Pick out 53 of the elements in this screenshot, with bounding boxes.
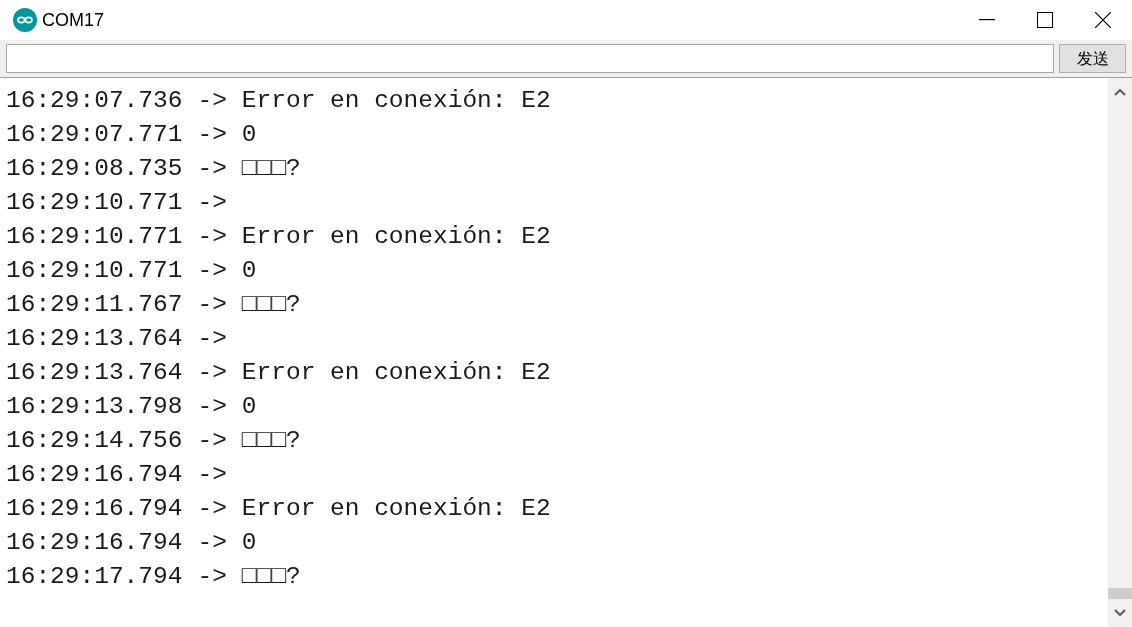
timestamp: 16:29:16.794 [6, 460, 183, 490]
log-message: □□□? [241, 154, 301, 184]
log-message: Error en conexión: E2 [241, 494, 551, 524]
log-message: 0 [241, 120, 257, 150]
log-message: Error en conexión: E2 [241, 358, 551, 388]
vertical-scrollbar[interactable] [1108, 78, 1132, 627]
arrow-text: -> [197, 324, 227, 354]
log-message: Error en conexión: E2 [241, 222, 551, 252]
log-message: □□□? [241, 562, 301, 592]
timestamp: 16:29:13.798 [6, 392, 183, 422]
minimize-icon[interactable] [979, 19, 995, 21]
close-icon[interactable] [1095, 12, 1111, 28]
message-input-field[interactable] [6, 44, 1054, 73]
timestamp: 16:29:11.767 [6, 290, 183, 320]
arrow-text: -> [197, 426, 227, 456]
timestamp: 16:29:16.794 [6, 494, 183, 524]
timestamp: 16:29:13.764 [6, 358, 183, 388]
log-message: Error en conexión: E2 [241, 86, 551, 116]
log-message: 0 [241, 256, 257, 286]
arrow-text: -> [197, 86, 227, 116]
arrow-text: -> [197, 494, 227, 524]
timestamp: 16:29:08.735 [6, 154, 183, 184]
timestamp: 16:29:13.764 [6, 324, 183, 354]
timestamp: 16:29:10.771 [6, 222, 183, 252]
timestamp: 16:29:14.756 [6, 426, 183, 456]
arrow-text: -> [197, 154, 227, 184]
maximize-icon[interactable] [1037, 12, 1053, 28]
arrow-text: -> [197, 460, 227, 490]
arrow-text: -> [197, 528, 227, 558]
scroll-up-icon[interactable] [1114, 88, 1126, 96]
arrow-text: -> [197, 358, 227, 388]
arrow-text: -> [197, 188, 227, 218]
arrow-text: -> [197, 256, 227, 286]
timestamp: 16:29:17.794 [6, 562, 183, 592]
timestamp: 16:29:10.771 [6, 256, 183, 286]
timestamp: 16:29:16.794 [6, 528, 183, 558]
window-title: COM17 [42, 8, 104, 32]
log-message: □□□? [241, 290, 301, 320]
scrollbar-thumb[interactable] [1108, 588, 1132, 599]
timestamp: 16:29:07.736 [6, 86, 183, 116]
arrow-text: -> [197, 120, 227, 150]
timestamp: 16:29:07.771 [6, 120, 183, 150]
log-message: □□□? [241, 426, 301, 456]
arrow-text: -> [197, 290, 227, 320]
app-logo-icon [13, 8, 37, 32]
scroll-down-icon[interactable] [1114, 609, 1126, 617]
log-message: 0 [241, 528, 257, 558]
arrow-text: -> [197, 562, 227, 592]
log-message: 0 [241, 392, 257, 422]
arrow-text: -> [197, 222, 227, 252]
send-button[interactable]: 发送 [1059, 44, 1126, 73]
timestamp: 16:29:10.771 [6, 188, 183, 218]
arrow-text: -> [197, 392, 227, 422]
